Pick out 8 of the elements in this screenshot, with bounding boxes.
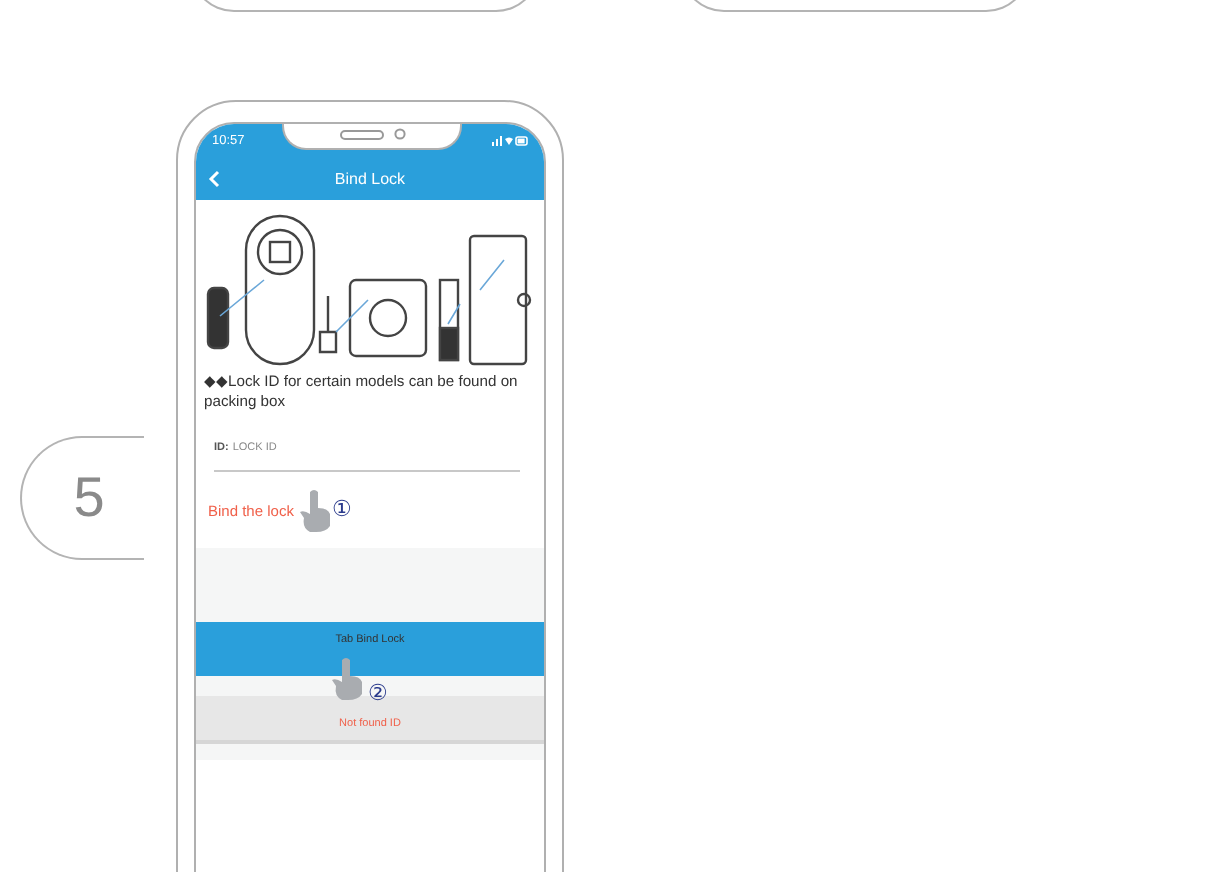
screen-title: Bind Lock <box>334 169 406 187</box>
step-number: 5 <box>20 436 144 560</box>
status-icons <box>492 135 528 145</box>
hand-pointer-icon <box>332 656 364 700</box>
speaker-icon <box>339 129 383 139</box>
callout-number: ① <box>331 499 352 521</box>
back-icon[interactable] <box>208 169 220 187</box>
camera-icon <box>393 128 405 140</box>
